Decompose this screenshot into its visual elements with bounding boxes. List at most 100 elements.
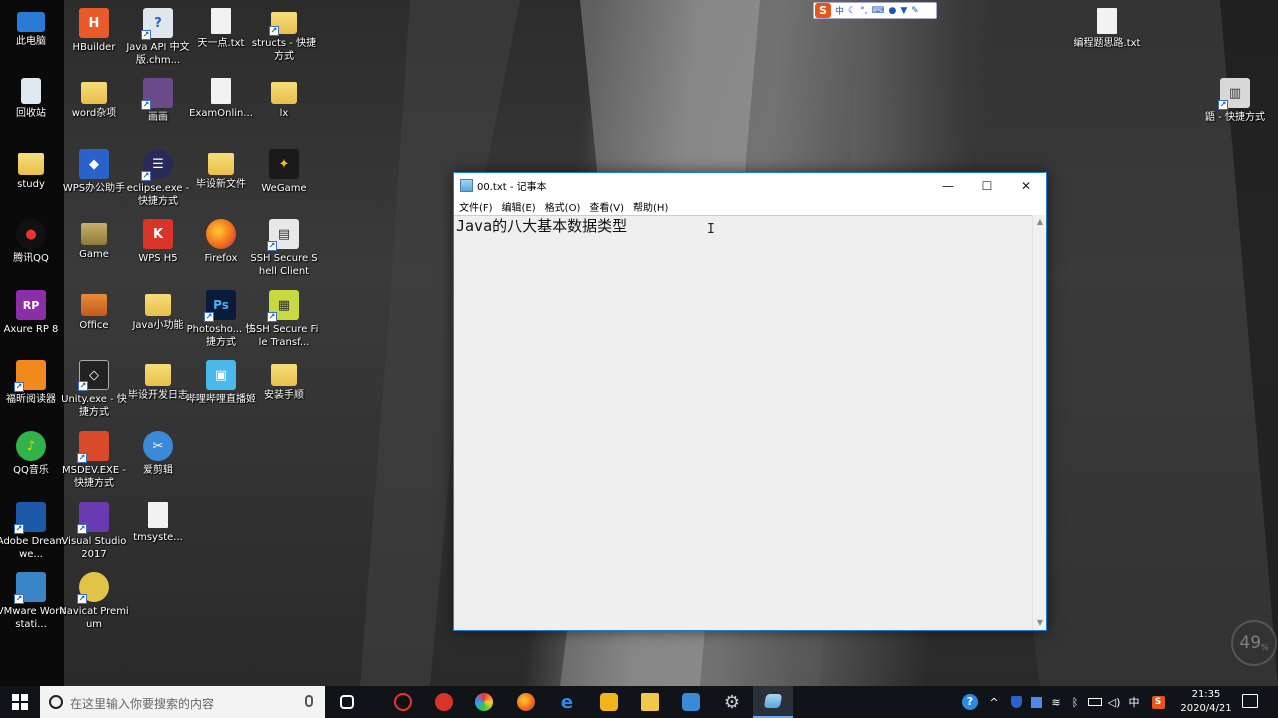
desktop-icon-drawing[interactable]: ↗ 画画 (123, 74, 193, 142)
notification-center-icon[interactable] (1242, 694, 1258, 708)
desktop-icon-ssh-file[interactable]: ▦ ↗ SSH Secure File Transf... (249, 286, 319, 354)
input-language[interactable]: 中 (1126, 694, 1142, 710)
desktop-icon-bilibili-live[interactable]: ▣ 哔哩哔哩直播姬 (186, 356, 256, 424)
minimize-button[interactable]: — (928, 173, 968, 198)
taskbar-clock[interactable]: 21:35 2020/4/21 (1178, 688, 1234, 716)
chevron-up-icon[interactable]: ^ (986, 694, 1002, 710)
wifi-icon[interactable]: ≋ (1048, 694, 1064, 710)
desktop-icon-dreamweaver[interactable]: ↗ Adobe Dreamwe... (0, 498, 66, 566)
taskbar-settings[interactable]: ⚙ (712, 686, 752, 718)
desktop-icon-study[interactable]: study (0, 145, 66, 213)
bluetooth-icon[interactable]: ᛒ (1068, 694, 1082, 710)
user-icon[interactable]: ● (888, 6, 896, 16)
folder-icon (208, 153, 234, 175)
scroll-up-icon[interactable]: ▲ (1033, 215, 1047, 229)
keyboard-icon[interactable]: ⌨ (871, 6, 884, 16)
desktop-icon-shortcut-right[interactable]: ▥ ↗ 鼯 - 快捷方式 (1200, 74, 1270, 142)
desktop-icon-foxit[interactable]: ↗ 福昕阅读器 (0, 356, 66, 424)
notepad-window[interactable]: 00.txt - 记事本 — ☐ ✕ 文件(F) 编辑(E) 格式(O) 查看(… (453, 172, 1047, 631)
clock-time: 21:35 (1191, 689, 1221, 700)
desktop-icon-install-guide[interactable]: 安装手顺 (249, 356, 319, 424)
desktop-icon-qq[interactable]: ● 腾讯QQ (0, 215, 66, 283)
desktop-icon-qqmusic[interactable]: ♪ QQ音乐 (0, 427, 66, 495)
taskbar-qq[interactable] (383, 686, 423, 718)
menu-format[interactable]: 格式(O) (541, 199, 585, 214)
desktop-icon-recycle-bin[interactable]: 回收站 (0, 74, 66, 142)
start-button[interactable] (0, 686, 40, 718)
desktop-icon-axure[interactable]: RP Axure RP 8 (0, 286, 66, 354)
desktop-icon-tmsystem[interactable]: tmsyste... (123, 498, 193, 566)
icon-label: 编程题思路.txt (1073, 38, 1141, 49)
volume-icon[interactable]: ◁) (1106, 694, 1122, 710)
menu-view[interactable]: 查看(V) (585, 199, 628, 214)
menu-edit[interactable]: 编辑(E) (498, 199, 540, 214)
app-icon (435, 693, 453, 711)
maximize-button[interactable]: ☐ (967, 173, 1007, 198)
scroll-down-icon[interactable]: ▼ (1033, 616, 1047, 630)
microphone-icon[interactable] (305, 695, 313, 707)
shield-icon[interactable] (1008, 694, 1024, 710)
text-editor-area[interactable]: Java的八大基本数据类型 (454, 215, 1032, 630)
desktop-icon-firefox[interactable]: Firefox (186, 215, 256, 283)
desktop-icon-game[interactable]: Game (59, 215, 129, 283)
security-icon[interactable] (1028, 694, 1044, 710)
moon-icon[interactable]: ☾ (848, 6, 856, 16)
qq-icon (394, 693, 412, 711)
desktop-icon-dev-log[interactable]: 毕设开发日志 (123, 356, 193, 424)
desktop-icon-ijianji[interactable]: ✂ 爱剪辑 (123, 427, 193, 495)
photos-icon (682, 693, 700, 711)
desktop-icon-this-pc[interactable]: 此电脑 (0, 4, 66, 72)
desktop-icon-wps-assistant[interactable]: ◆ WPS办公助手 (59, 145, 129, 213)
desktop-icon-office[interactable]: Office (59, 286, 129, 354)
desktop-icon-text-file[interactable]: 天一点.txt (186, 4, 256, 72)
desktop-icon-wps-h5[interactable]: K WPS H5 (123, 215, 193, 283)
wrench-icon[interactable]: ✎ (911, 6, 919, 16)
desktop-icon-vmware[interactable]: ↗ VMware Workstati... (0, 568, 66, 636)
icon-label: Game (79, 249, 109, 260)
vertical-scrollbar[interactable]: ▲ ▼ (1032, 215, 1046, 630)
desktop-icon-unity[interactable]: ◇ ↗ Unity.exe - 快捷方式 (59, 356, 129, 424)
navicat-icon: ↗ (77, 572, 109, 604)
icon-label: 鼯 - 快捷方式 (1205, 112, 1265, 123)
taskbar-firefox[interactable] (506, 686, 546, 718)
desktop-icon-navicat[interactable]: ↗ Navicat Premium (59, 568, 129, 636)
punctuation-icon[interactable]: °, (860, 6, 867, 16)
taskbar-photos[interactable] (671, 686, 711, 718)
battery-icon[interactable] (1086, 694, 1104, 710)
desktop-icon-examonline[interactable]: ExamOnlin... (186, 74, 256, 142)
notepad-titlebar[interactable]: 00.txt - 记事本 — ☐ ✕ (454, 173, 1046, 198)
desktop-icon-msdev[interactable]: ↗ MSDEV.EXE - 快捷方式 (59, 427, 129, 495)
menu-file[interactable]: 文件(F) (455, 199, 497, 214)
icon-label: word杂项 (71, 108, 117, 119)
taskbar-app-multicolor[interactable] (464, 686, 504, 718)
desktop-icon-ssh-shell[interactable]: ▤ ↗ SSH Secure Shell Client (249, 215, 319, 283)
desktop-icon-java-functions[interactable]: Java小功能 (123, 286, 193, 354)
taskbar-notepad[interactable] (753, 686, 793, 718)
desktop-icon-word-misc[interactable]: word杂项 (59, 74, 129, 142)
desktop-icon-java-api[interactable]: ? ↗ Java API 中文版.chm... (123, 4, 193, 72)
shirt-icon[interactable]: ▼ (900, 6, 907, 16)
ime-toolbar[interactable]: S 中 ☾ °, ⌨ ● ▼ ✎ (813, 2, 937, 19)
menu-help[interactable]: 帮助(H) (629, 199, 672, 214)
desktop-icon-structs[interactable]: ↗ structs - 快捷方式 (249, 4, 319, 72)
desktop-icon-thesis-files[interactable]: 毕设新文件 (186, 145, 256, 213)
desktop-icon-photoshop[interactable]: Ps ↗ Photosho... 快捷方式 (186, 286, 256, 354)
task-view-button[interactable] (327, 686, 367, 718)
computer-icon (17, 12, 45, 32)
ime-language-toggle[interactable]: 中 (835, 4, 844, 17)
taskbar-edge[interactable]: e (547, 686, 587, 718)
desktop-icon-hbuilder[interactable]: H HBuilder (59, 4, 129, 72)
help-icon[interactable]: ? (960, 694, 980, 710)
desktop-icon-coding-ideas[interactable]: 编程题思路.txt (1072, 4, 1142, 72)
close-button[interactable]: ✕ (1006, 173, 1046, 198)
taskbar-file-explorer[interactable] (630, 686, 670, 718)
desktop-icon-visual-studio[interactable]: ↗ Visual Studio 2017 (59, 498, 129, 566)
desktop-icon-lx[interactable]: lx (249, 74, 319, 142)
desktop-icon-wegame[interactable]: ✦ WeGame (249, 145, 319, 213)
sogou-tray-icon[interactable]: S (1150, 694, 1166, 710)
dreamweaver-icon: ↗ (14, 502, 46, 534)
desktop-icon-eclipse[interactable]: ☰ ↗ eclipse.exe - 快捷方式 (123, 145, 193, 213)
taskbar-search-box[interactable]: 在这里输入你要搜索的内容 (40, 686, 325, 718)
taskbar-app-red[interactable] (424, 686, 464, 718)
taskbar-sticky[interactable] (589, 686, 629, 718)
